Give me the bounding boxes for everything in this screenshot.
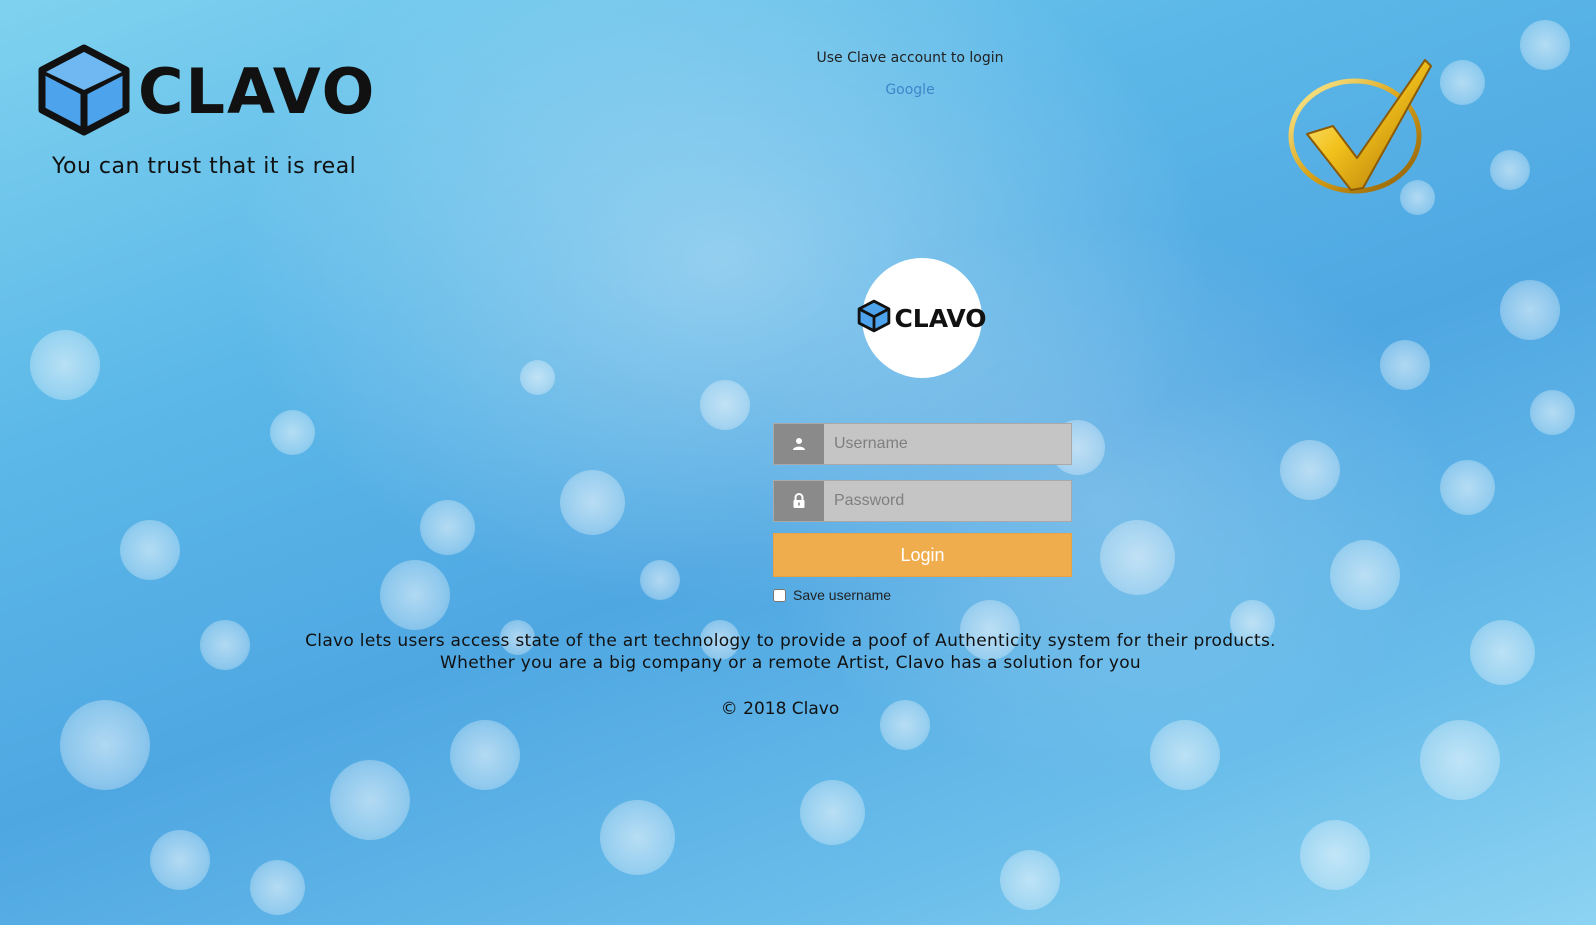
- lock-icon: [774, 481, 824, 521]
- save-username-label: Save username: [793, 587, 892, 603]
- cube-icon: [36, 44, 132, 140]
- username-field: [773, 423, 1072, 465]
- product-description: Clavo lets users access state of the art…: [200, 630, 1381, 674]
- google-login-link[interactable]: Google: [885, 82, 934, 98]
- login-form: Login Save username: [773, 423, 1072, 603]
- brand-logo-row: CLAVO: [36, 44, 374, 140]
- description-line-2: Whether you are a big company or a remot…: [440, 653, 1141, 673]
- login-button[interactable]: Login: [773, 533, 1072, 577]
- copyright: © 2018 Clavo: [720, 699, 840, 719]
- username-input[interactable]: [824, 424, 1071, 464]
- external-login: Use Clave account to login Google: [760, 50, 1060, 98]
- brand-logo: CLAVO You can trust that it is real: [36, 44, 374, 179]
- save-username-checkbox[interactable]: [773, 588, 786, 602]
- brand-tagline: You can trust that it is real: [52, 154, 357, 179]
- cube-icon: [857, 299, 891, 337]
- external-login-hint: Use Clave account to login: [816, 50, 1004, 66]
- save-username-option[interactable]: Save username: [773, 587, 1072, 603]
- gold-checkmark-icon: [1285, 56, 1437, 200]
- user-icon: [774, 424, 824, 464]
- badge-brand-name: CLAVO: [894, 303, 987, 333]
- description-line-1: Clavo lets users access state of the art…: [305, 631, 1276, 651]
- brand-name: CLAVO: [138, 55, 377, 128]
- center-logo-badge: CLAVO: [858, 258, 987, 378]
- password-field: [773, 480, 1072, 522]
- password-input[interactable]: [824, 481, 1071, 521]
